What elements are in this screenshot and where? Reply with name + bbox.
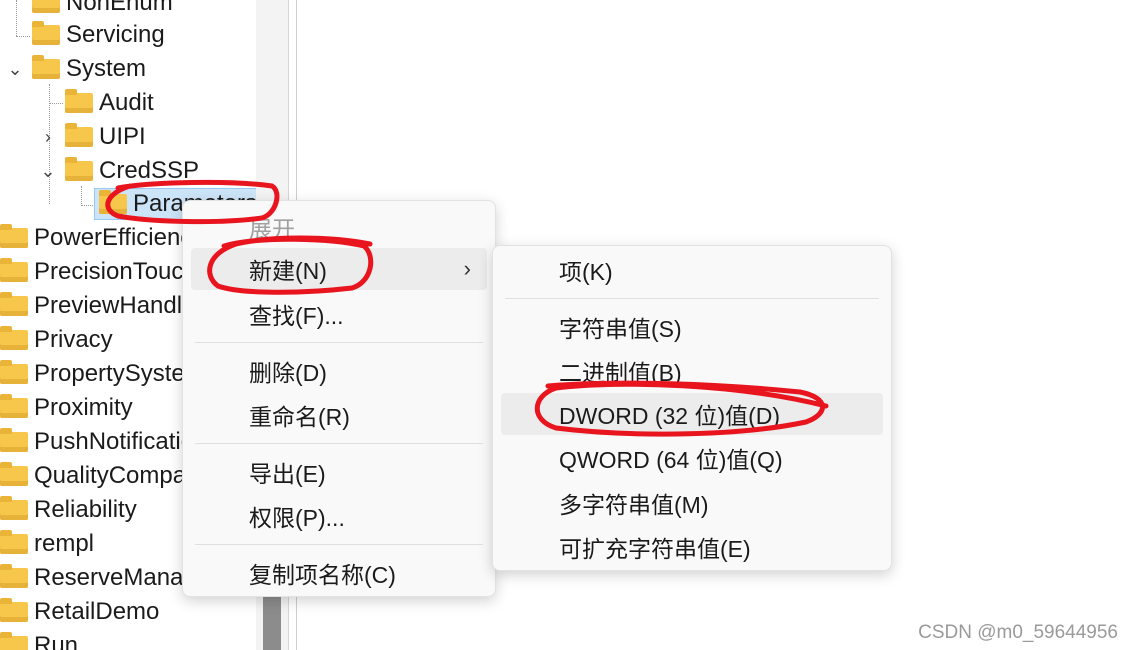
chevron-right-icon: › [463,256,471,281]
folder-icon [0,496,28,520]
tree-node-label: NonEnum [66,0,173,16]
folder-icon [32,55,60,79]
tree-node-qualitycompat[interactable]: QualityCompat [0,461,193,491]
folder-icon [65,123,93,147]
submenu-item-binary-value[interactable]: 二进制值(B) [501,350,883,392]
folder-icon [0,598,28,622]
tree-node-label: UIPI [99,123,146,150]
folder-icon [99,190,127,214]
menu-separator [505,298,879,299]
folder-icon [0,360,28,384]
submenu-item-expandable-string-value[interactable]: 可扩充字符串值(E) [501,526,883,568]
tree-node-privacy[interactable]: Privacy [0,325,113,355]
menu-item-new[interactable]: 新建(N) › [191,248,487,290]
tree-node-proximity[interactable]: Proximity [0,393,133,423]
tree-node-reliability[interactable]: Reliability [0,495,137,525]
tree-node-label: Privacy [34,326,113,353]
folder-icon [0,530,28,554]
folder-icon [32,0,60,13]
tree-node-rempl[interactable]: rempl [0,529,94,559]
folder-icon [0,258,28,282]
tree-node-retaildemo[interactable]: RetailDemo [0,597,159,627]
tree-node-servicing[interactable]: Servicing [8,20,165,50]
tree-node-label: RetailDemo [34,598,160,625]
folder-icon [0,292,28,316]
context-menu: 展开 新建(N) › 查找(F)... 删除(D) 重命名(R) 导出(E) 权… [182,200,496,597]
folder-icon [65,89,93,113]
menu-separator [195,342,483,343]
tree-guide-line [81,186,82,206]
chevron-down-icon[interactable]: ⌄ [37,161,59,182]
tree-node-system[interactable]: ⌄ System [4,54,146,84]
tree-node-run[interactable]: Run [0,631,78,650]
chevron-right-icon[interactable]: › [37,127,59,148]
folder-icon [0,564,28,588]
folder-icon [0,462,28,486]
tree-node-credssp[interactable]: ⌄ CredSSP [37,156,199,186]
submenu-item-multi-string-value[interactable]: 多字符串值(M) [501,482,883,524]
tree-node-nonenum[interactable]: NonEnum [8,0,173,18]
tree-guide-line [81,205,95,206]
chevron-down-icon[interactable]: ⌄ [4,59,26,80]
menu-item-label: 新建(N) [249,258,327,284]
tree-node-label: Run [34,632,79,650]
tree-node-uipi[interactable]: › UIPI [37,122,146,152]
tree-node-audit[interactable]: Audit [41,88,154,118]
tree-node-label: CredSSP [99,157,200,184]
watermark: CSDN @m0_59644956 [918,622,1118,643]
menu-item-find[interactable]: 查找(F)... [191,293,487,335]
tree-node-label: PropertySystem [34,360,205,387]
tree-node-label: QualityCompat [34,462,193,489]
folder-icon [0,326,28,350]
menu-item-export[interactable]: 导出(E) [191,451,487,493]
folder-icon [0,632,28,650]
tree-node-label: Audit [99,89,154,116]
submenu-item-dword-value[interactable]: DWORD (32 位)值(D) [501,393,883,435]
submenu-item-qword-value[interactable]: QWORD (64 位)值(Q) [501,437,883,479]
tree-node-label: System [66,55,147,82]
folder-icon [0,224,28,248]
folder-icon [0,394,28,418]
new-submenu: 项(K) 字符串值(S) 二进制值(B) DWORD (32 位)值(D) QW… [492,245,892,571]
menu-item-rename[interactable]: 重命名(R) [191,394,487,436]
menu-item-permissions[interactable]: 权限(P)... [191,495,487,537]
folder-icon [0,428,28,452]
menu-item-expand[interactable]: 展开 [191,206,487,248]
folder-icon [32,21,60,45]
tree-node-label: Proximity [34,394,133,421]
tree-node-label: rempl [34,530,95,557]
menu-separator [195,443,483,444]
menu-separator [195,544,483,545]
submenu-item-string-value[interactable]: 字符串值(S) [501,306,883,348]
tree-node-label: Servicing [66,21,165,48]
tree-node-label: Reliability [34,496,137,523]
submenu-item-key[interactable]: 项(K) [501,249,883,291]
menu-item-copy-key-name[interactable]: 复制项名称(C) [191,552,487,594]
tree-node-propertysystem[interactable]: PropertySystem [0,359,205,389]
folder-icon [65,157,93,181]
menu-item-delete[interactable]: 删除(D) [191,350,487,392]
